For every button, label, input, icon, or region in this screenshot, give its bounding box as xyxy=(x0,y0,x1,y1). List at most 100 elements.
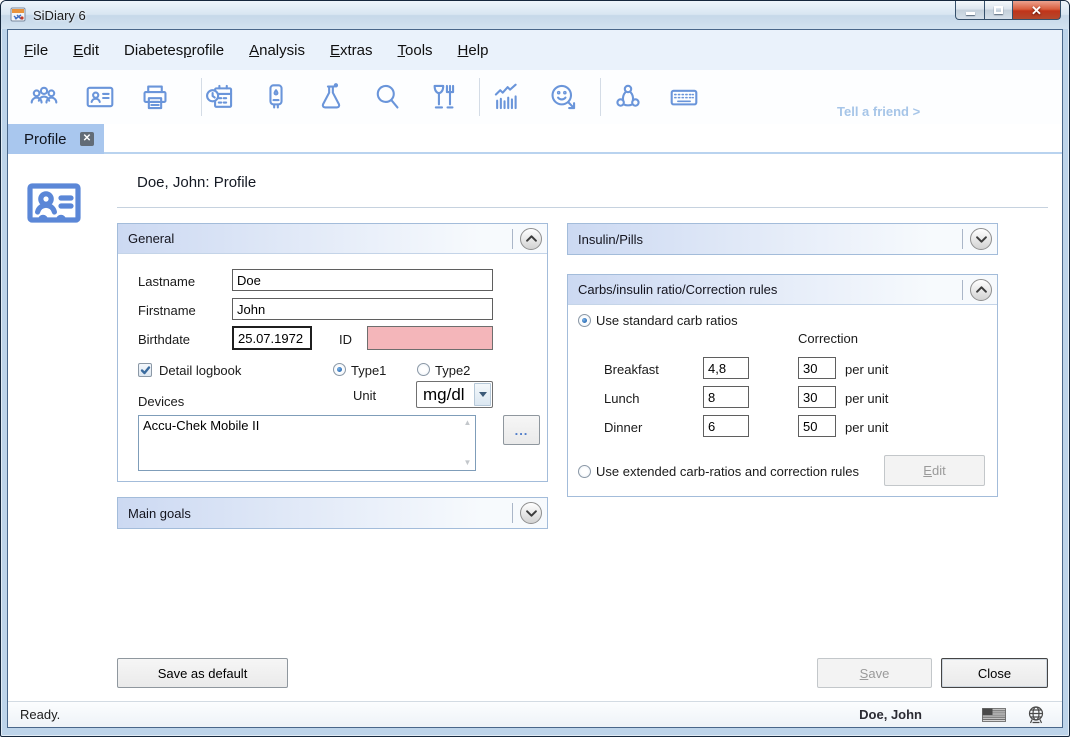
divider xyxy=(962,229,963,249)
status-text: Ready. xyxy=(20,707,60,722)
lunch-correction-input[interactable] xyxy=(798,386,836,408)
app-frame: File Edit Diabetesprofile Analysis Extra… xyxy=(7,29,1063,728)
birthdate-input[interactable] xyxy=(232,326,312,350)
devices-list[interactable]: Accu-Chek Mobile II ▲ ▼ xyxy=(138,415,476,471)
window-controls: ✕ xyxy=(955,1,1061,20)
label-part: xtras xyxy=(340,42,373,59)
section-title: General xyxy=(128,231,512,246)
dinner-label: Dinner xyxy=(604,420,642,435)
close-window-button[interactable]: ✕ xyxy=(1013,1,1061,20)
divider xyxy=(117,207,1048,208)
minimize-icon xyxy=(966,12,975,15)
breakfast-ratio-input[interactable] xyxy=(703,357,749,379)
collapse-general-button[interactable] xyxy=(520,228,542,250)
save-button[interactable]: Save xyxy=(817,658,932,688)
devices-list-scrollbar[interactable]: ▲ ▼ xyxy=(461,417,474,469)
search-icon[interactable] xyxy=(371,81,403,113)
share-icon[interactable] xyxy=(612,81,644,113)
list-item[interactable]: Accu-Chek Mobile II xyxy=(139,416,475,435)
more-label: ... xyxy=(515,423,529,438)
page-title: Doe, John: Profile xyxy=(137,174,256,191)
label-part: dit xyxy=(932,463,946,478)
menu-item-diabetesprofile[interactable]: Diabetesprofile xyxy=(124,42,224,59)
breakfast-correction-input[interactable] xyxy=(798,357,836,379)
nutrition-icon[interactable] xyxy=(426,81,458,113)
type1-label: Type1 xyxy=(351,363,386,378)
section-title: Carbs/insulin ratio/Correction rules xyxy=(578,282,962,297)
window-title: SiDiary 6 xyxy=(33,8,86,23)
menu-item-extras[interactable]: Extras xyxy=(330,42,373,59)
keyboard-icon[interactable] xyxy=(668,81,700,113)
menu-item-tools[interactable]: Tools xyxy=(398,42,433,59)
minimize-button[interactable] xyxy=(955,1,985,20)
save-as-default-label: Save as default xyxy=(158,666,248,681)
label-part: dit xyxy=(83,42,99,59)
profile-page: Doe, John: Profile General Lastname Firs… xyxy=(8,156,1062,701)
divider xyxy=(512,503,513,523)
globe-icon[interactable] xyxy=(1026,705,1046,728)
lunch-ratio-input[interactable] xyxy=(703,386,749,408)
id-input[interactable] xyxy=(367,326,493,350)
dinner-ratio-input[interactable] xyxy=(703,415,749,437)
label-part: A xyxy=(249,42,259,59)
language-flag-icon[interactable] xyxy=(982,708,1006,725)
app-window: SiDiary 6 ✕ File Edit Diabetesprofile An… xyxy=(0,0,1070,737)
edit-button[interactable]: Edit xyxy=(884,455,985,486)
printer-icon[interactable] xyxy=(139,81,171,113)
detail-logbook-checkbox[interactable] xyxy=(138,363,152,377)
scroll-up-icon[interactable]: ▲ xyxy=(464,419,472,427)
devices-more-button[interactable]: ... xyxy=(503,415,540,445)
label-part: nalysis xyxy=(259,42,305,59)
status-bar: Ready. Doe, John xyxy=(8,701,1062,727)
unit-label: Unit xyxy=(353,388,376,403)
label-part: F xyxy=(24,42,33,59)
expand-main-goals-button[interactable] xyxy=(520,502,542,524)
dinner-correction-input[interactable] xyxy=(798,415,836,437)
label-part: S xyxy=(860,666,869,681)
detail-logbook-label: Detail logbook xyxy=(159,363,241,378)
menu-item-edit[interactable]: Edit xyxy=(73,42,99,59)
tab-label: Profile xyxy=(24,131,67,148)
id-label: ID xyxy=(339,332,352,347)
label-part: H xyxy=(458,42,469,59)
app-icon xyxy=(10,7,27,23)
carbs-section: Carbs/insulin ratio/Correction rules Use… xyxy=(567,274,998,497)
statistics-icon[interactable] xyxy=(491,81,523,113)
expand-insulin-pills-button[interactable] xyxy=(970,228,992,250)
firstname-input[interactable] xyxy=(232,298,493,320)
extended-carb-ratios-radio[interactable] xyxy=(578,465,591,478)
scroll-down-icon[interactable]: ▼ xyxy=(464,459,472,467)
standard-carb-ratios-radio[interactable] xyxy=(578,314,591,327)
glucose-meter-icon[interactable] xyxy=(260,81,292,113)
type1-radio[interactable] xyxy=(333,363,346,376)
menu-item-help[interactable]: Help xyxy=(458,42,489,59)
tell-a-friend-link[interactable]: Tell a friend > xyxy=(837,104,920,119)
type2-radio[interactable] xyxy=(417,363,430,376)
unit-select[interactable]: mg/dl xyxy=(416,381,493,408)
title-bar[interactable]: SiDiary 6 ✕ xyxy=(1,1,1069,29)
insulin-pills-header: Insulin/Pills xyxy=(568,224,997,254)
wellbeing-icon[interactable] xyxy=(547,81,579,113)
logbook-icon[interactable] xyxy=(204,81,236,113)
collapse-carbs-button[interactable] xyxy=(970,279,992,301)
save-as-default-button[interactable]: Save as default xyxy=(117,658,288,688)
dropdown-arrow-icon xyxy=(474,383,491,406)
menu-item-file[interactable]: File xyxy=(24,42,48,59)
patients-icon[interactable] xyxy=(28,81,60,113)
chevron-up-icon xyxy=(526,235,537,242)
close-button[interactable]: Close xyxy=(941,658,1048,688)
main-goals-header: Main goals xyxy=(118,498,547,528)
tab-profile[interactable]: Profile ✕ xyxy=(8,124,104,154)
devices-label: Devices xyxy=(138,394,184,409)
lastname-input[interactable] xyxy=(232,269,493,291)
label-part: ave xyxy=(868,666,889,681)
label-part: E xyxy=(73,42,83,59)
label-part: p xyxy=(183,42,191,59)
menu-bar: File Edit Diabetesprofile Analysis Extra… xyxy=(8,30,1062,70)
maximize-button[interactable] xyxy=(985,1,1013,20)
menu-item-analysis[interactable]: Analysis xyxy=(249,42,305,59)
current-user: Doe, John xyxy=(859,707,922,722)
profile-card-icon[interactable] xyxy=(84,81,116,113)
lab-values-icon[interactable] xyxy=(315,81,347,113)
tab-close-icon[interactable]: ✕ xyxy=(80,132,94,146)
